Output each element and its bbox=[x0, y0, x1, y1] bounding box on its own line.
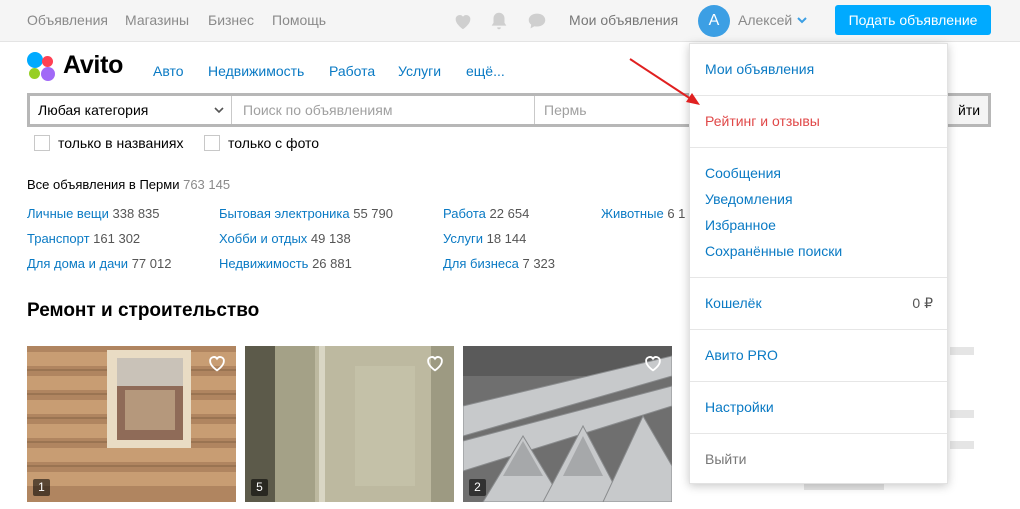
category-link[interactable]: Услуги 18 144 bbox=[443, 231, 526, 246]
category-link[interactable]: Бытовая электроника 55 790 bbox=[219, 206, 393, 221]
search-input[interactable] bbox=[233, 96, 535, 124]
nav-services[interactable]: Услуги bbox=[398, 63, 441, 79]
topnav-help[interactable]: Помощь bbox=[272, 12, 326, 28]
checkbox-box[interactable] bbox=[34, 135, 50, 151]
caret-down-icon bbox=[214, 107, 224, 114]
menu-wallet[interactable]: Кошелёк bbox=[705, 295, 762, 311]
all-ads-label: Все объявления в Перми bbox=[27, 177, 180, 192]
menu-divider bbox=[690, 147, 947, 148]
photo-count-badge: 2 bbox=[469, 479, 486, 496]
placeholder-line bbox=[950, 410, 974, 418]
menu-divider bbox=[690, 95, 947, 96]
menu-settings[interactable]: Настройки bbox=[705, 399, 774, 415]
listing-card[interactable]: 5 bbox=[245, 346, 454, 502]
chat-icon[interactable] bbox=[526, 10, 548, 32]
logo-text: Avito bbox=[63, 51, 124, 79]
category-link[interactable]: Для дома и дачи 77 012 bbox=[27, 256, 171, 271]
favorite-heart-icon[interactable] bbox=[642, 352, 664, 374]
section-title: Ремонт и строительство bbox=[27, 300, 260, 321]
all-ads-count: 763 145 bbox=[183, 177, 231, 192]
menu-notifications[interactable]: Уведомления bbox=[705, 191, 793, 207]
menu-rating-reviews[interactable]: Рейтинг и отзывы bbox=[705, 113, 820, 129]
photo-count-badge: 1 bbox=[33, 479, 50, 496]
post-ad-button[interactable]: Подать объявление bbox=[835, 5, 991, 35]
checkbox-label: только с фото bbox=[228, 135, 320, 151]
wallet-amount: 0 ₽ bbox=[912, 295, 933, 311]
checkbox-label: только в названиях bbox=[58, 135, 184, 151]
chevron-down-icon[interactable] bbox=[796, 14, 808, 26]
topnav-my-ads[interactable]: Мои объявления bbox=[569, 12, 678, 28]
category-link[interactable]: Хобби и отдых 49 138 bbox=[219, 231, 351, 246]
annotation-arrow-icon bbox=[629, 58, 700, 105]
user-dropdown-menu: Мои объявления Рейтинг и отзывы Сообщени… bbox=[689, 43, 948, 484]
menu-avito-pro[interactable]: Авито PRO bbox=[705, 347, 778, 363]
user-name[interactable]: Алексей bbox=[738, 12, 792, 28]
avito-logo[interactable]: Avito bbox=[27, 51, 147, 82]
category-link[interactable]: Работа 22 654 bbox=[443, 206, 529, 221]
logo-dot-blue bbox=[27, 52, 43, 68]
menu-divider bbox=[690, 277, 947, 278]
menu-divider bbox=[690, 381, 947, 382]
category-select[interactable]: Любая категория bbox=[30, 96, 232, 124]
menu-favorites[interactable]: Избранное bbox=[705, 217, 776, 233]
topnav-business[interactable]: Бизнес bbox=[208, 12, 254, 28]
category-link[interactable]: Личные вещи 338 835 bbox=[27, 206, 160, 221]
nav-more[interactable]: ещё... bbox=[466, 63, 505, 79]
favorite-heart-icon[interactable] bbox=[206, 352, 228, 374]
listing-card[interactable]: 1 bbox=[27, 346, 236, 502]
menu-saved-searches[interactable]: Сохранённые поиски bbox=[705, 243, 842, 259]
placeholder-line bbox=[950, 441, 974, 449]
menu-divider bbox=[690, 433, 947, 434]
listing-photo bbox=[27, 346, 236, 502]
category-select-value: Любая категория bbox=[38, 102, 149, 118]
menu-messages[interactable]: Сообщения bbox=[705, 165, 781, 181]
menu-my-ads[interactable]: Мои объявления bbox=[705, 61, 814, 77]
listing-photo bbox=[245, 346, 454, 502]
menu-divider bbox=[690, 329, 947, 330]
nav-realty[interactable]: Недвижимость bbox=[208, 63, 304, 79]
listing-card[interactable]: 2 bbox=[463, 346, 672, 502]
bell-icon[interactable] bbox=[488, 10, 510, 32]
top-bar: Объявления Магазины Бизнес Помощь Мои об… bbox=[0, 0, 1020, 42]
nav-jobs[interactable]: Работа bbox=[329, 63, 375, 79]
all-ads-summary: Все объявления в Перми 763 145 bbox=[27, 177, 230, 192]
logo-dot-green bbox=[29, 68, 40, 79]
favorite-heart-icon[interactable] bbox=[424, 352, 446, 374]
category-link[interactable]: Недвижимость 26 881 bbox=[219, 256, 352, 271]
category-link[interactable]: Животные 6 1 bbox=[601, 206, 685, 221]
menu-logout[interactable]: Выйти bbox=[705, 451, 746, 467]
avatar[interactable]: А bbox=[698, 5, 730, 37]
category-link[interactable]: Транспорт 161 302 bbox=[27, 231, 140, 246]
topnav-ads[interactable]: Объявления bbox=[27, 12, 108, 28]
logo-dot-red bbox=[42, 56, 53, 67]
heart-icon[interactable] bbox=[452, 10, 474, 32]
topnav-shops[interactable]: Магазины bbox=[125, 12, 189, 28]
logo-dot-purple bbox=[41, 67, 55, 81]
nav-auto[interactable]: Авто bbox=[153, 63, 184, 79]
listing-photo bbox=[463, 346, 672, 502]
photo-count-badge: 5 bbox=[251, 479, 268, 496]
category-link[interactable]: Для бизнеса 7 323 bbox=[443, 256, 555, 271]
checkbox-box[interactable] bbox=[204, 135, 220, 151]
placeholder-line bbox=[950, 347, 974, 355]
